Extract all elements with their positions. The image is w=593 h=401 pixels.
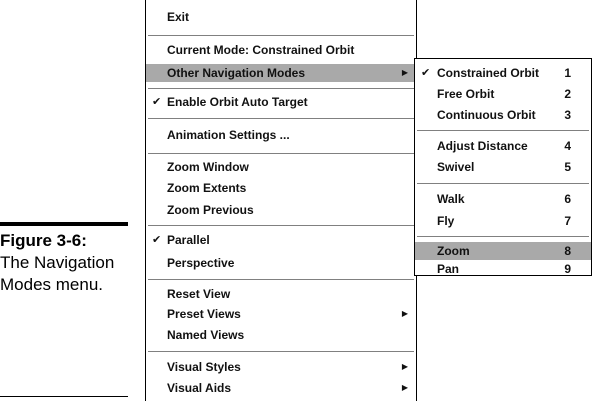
menu-item-zoom-window[interactable]: Zoom Window	[146, 158, 416, 176]
submenu-item-label: Adjust Distance	[437, 139, 528, 153]
menu-item-reset-view[interactable]: Reset View	[146, 285, 416, 303]
submenu-item-label: Constrained Orbit	[437, 66, 540, 80]
submenu-item-free-orbit[interactable]: Free Orbit 2	[415, 85, 591, 103]
submenu-item-label: Fly	[437, 214, 455, 228]
submenu-item-label: Free Orbit	[437, 87, 495, 101]
shortcut-number: 4	[564, 139, 571, 153]
menu-item-label: Reset View	[167, 287, 231, 301]
figure-label: Figure 3-6:	[0, 231, 87, 250]
submenu-item-label: Continuous Orbit	[437, 108, 536, 122]
menu-item-current-mode: Current Mode: Constrained Orbit	[146, 41, 416, 59]
submenu-arrow-icon: ▶	[401, 362, 408, 371]
menu-separator	[417, 130, 589, 132]
menu-item-label: Enable Orbit Auto Target	[167, 95, 308, 109]
check-icon: ✔	[421, 67, 431, 79]
menu-separator	[148, 118, 414, 120]
submenu-item-pan[interactable]: Pan 9	[415, 260, 591, 278]
submenu-item-label: Swivel	[437, 160, 475, 174]
menu-item-zoom-previous[interactable]: Zoom Previous	[146, 201, 416, 219]
menu-item-enable-orbit-auto-target[interactable]: ✔ Enable Orbit Auto Target	[146, 93, 416, 111]
menu-item-named-views[interactable]: Named Views	[146, 326, 416, 344]
submenu-arrow-icon: ▶	[401, 309, 408, 318]
submenu-item-label: Walk	[437, 192, 465, 206]
menu-item-label: Zoom Previous	[167, 203, 254, 217]
submenu-item-constrained-orbit[interactable]: ✔ Constrained Orbit 1	[415, 64, 591, 82]
shortcut-number: 1	[564, 66, 571, 80]
menu-item-label: Zoom Extents	[167, 181, 247, 195]
menu-separator	[417, 183, 589, 185]
submenu-item-swivel[interactable]: Swivel 5	[415, 158, 591, 176]
shortcut-number: 7	[564, 214, 571, 228]
submenu-arrow-icon: ▶	[401, 68, 408, 77]
navigation-modes-submenu: ✔ Constrained Orbit 1 Free Orbit 2 Conti…	[414, 58, 592, 276]
menu-separator	[148, 35, 414, 37]
shortcut-number: 3	[564, 108, 571, 122]
shortcut-number: 2	[564, 87, 571, 101]
check-icon: ✔	[152, 96, 162, 108]
menu-separator	[148, 88, 414, 90]
submenu-item-label: Pan	[437, 262, 460, 276]
menu-item-label: Zoom Window	[167, 160, 249, 174]
check-icon: ✔	[152, 234, 162, 246]
menu-separator	[417, 236, 589, 238]
menu-item-perspective[interactable]: Perspective	[146, 254, 416, 272]
menu-separator	[148, 225, 414, 227]
submenu-item-adjust-distance[interactable]: Adjust Distance 4	[415, 137, 591, 155]
menu-item-parallel[interactable]: ✔ Parallel	[146, 231, 416, 249]
menu-item-label: Named Views	[167, 328, 245, 342]
menu-item-label: Other Navigation Modes	[167, 66, 306, 80]
menu-separator	[148, 351, 414, 353]
shortcut-number: 5	[564, 160, 571, 174]
menu-item-visual-styles[interactable]: Visual Styles ▶	[146, 358, 416, 376]
shortcut-number: 9	[564, 262, 571, 276]
menu-separator	[148, 153, 414, 155]
menu-item-animation-settings[interactable]: Animation Settings ...	[146, 126, 416, 144]
figure-caption: Figure 3-6: The Navigation Modes menu.	[0, 230, 130, 296]
menu-item-label: Parallel	[167, 233, 210, 247]
submenu-item-continuous-orbit[interactable]: Continuous Orbit 3	[415, 106, 591, 124]
menu-item-preset-views[interactable]: Preset Views ▶	[146, 305, 416, 323]
menu-item-label: Current Mode: Constrained Orbit	[167, 43, 355, 57]
context-menu: Exit Current Mode: Constrained Orbit Oth…	[145, 0, 417, 401]
menu-item-exit[interactable]: Exit	[146, 8, 416, 26]
submenu-item-label: Zoom	[437, 244, 470, 258]
menu-separator	[148, 279, 414, 281]
menu-item-other-navigation-modes[interactable]: Other Navigation Modes ▶	[146, 64, 416, 82]
menu-item-label: Preset Views	[167, 307, 241, 321]
menu-item-label: Animation Settings ...	[167, 128, 290, 142]
menu-item-visual-aids[interactable]: Visual Aids ▶	[146, 379, 416, 397]
submenu-item-fly[interactable]: Fly 7	[415, 212, 591, 230]
caption-text: The Navigation Modes menu.	[0, 253, 115, 294]
caption-rule-top	[0, 222, 128, 226]
submenu-item-zoom[interactable]: Zoom 8	[415, 242, 591, 260]
menu-item-label: Visual Styles	[167, 360, 241, 374]
menu-item-zoom-extents[interactable]: Zoom Extents	[146, 179, 416, 197]
submenu-arrow-icon: ▶	[401, 383, 408, 392]
menu-item-label: Visual Aids	[167, 381, 232, 395]
caption-rule-bottom	[0, 396, 128, 397]
menu-item-label: Exit	[167, 10, 190, 24]
shortcut-number: 6	[564, 192, 571, 206]
shortcut-number: 8	[564, 244, 571, 258]
menu-item-label: Perspective	[167, 256, 235, 270]
submenu-item-walk[interactable]: Walk 6	[415, 190, 591, 208]
